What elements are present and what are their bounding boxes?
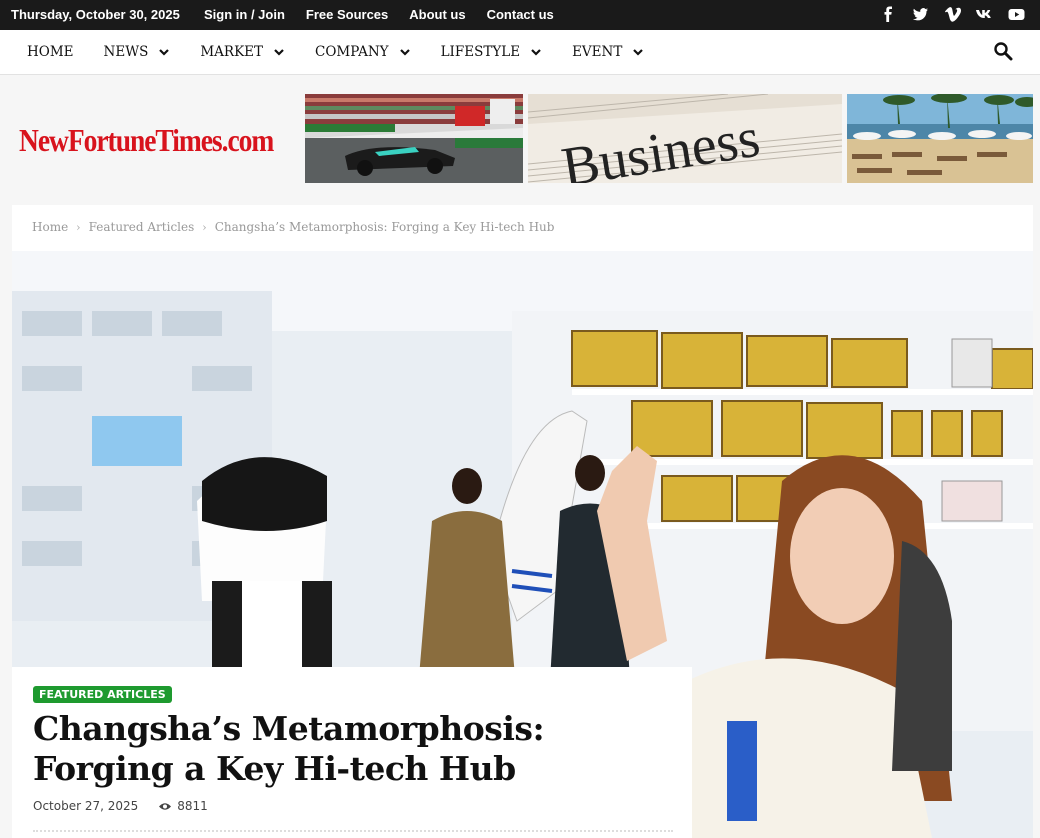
contact-us-link[interactable]: Contact us (487, 7, 554, 22)
nav-item-home[interactable]: HOME (27, 44, 74, 60)
top-bar: Thursday, October 30, 2025 Sign in / Joi… (0, 0, 1040, 30)
site-logo[interactable]: NewFortuneTimes.com (19, 122, 274, 159)
chevron-down-icon (633, 49, 644, 56)
chevron-right-icon: › (202, 220, 207, 234)
social-links (879, 5, 1026, 24)
search-icon[interactable] (993, 41, 1013, 61)
vimeo-icon[interactable] (943, 5, 962, 24)
breadcrumb: Home › Featured Articles › Changsha’s Me… (32, 220, 554, 234)
main-navigation: HOME NEWS MARKET COMPANY LIFESTYLE EVENT (0, 30, 1040, 75)
divider (33, 830, 673, 832)
chevron-down-icon (274, 49, 284, 56)
breadcrumb-featured-articles[interactable]: Featured Articles (89, 220, 195, 234)
article-meta: October 27, 2025 8811 (33, 799, 208, 813)
nav-lifestyle-label: LIFESTYLE (440, 44, 521, 60)
business-newspaper-banner[interactable]: Business (528, 94, 842, 183)
breadcrumb-current: Changsha’s Metamorphosis: Forging a Key … (214, 220, 555, 234)
beach-resort-banner[interactable] (847, 94, 1033, 183)
chevron-down-icon (159, 49, 170, 56)
nav-item-lifestyle[interactable]: LIFESTYLE (441, 44, 543, 60)
chevron-down-icon (399, 49, 410, 56)
nav-item-news[interactable]: NEWS (104, 44, 171, 60)
breadcrumb-home[interactable]: Home (32, 220, 68, 234)
article-date: October 27, 2025 (33, 799, 139, 813)
youtube-icon[interactable] (1007, 5, 1026, 24)
nav-news-label: NEWS (103, 44, 149, 60)
race-car-banner[interactable] (305, 94, 523, 183)
chevron-right-icon: › (76, 220, 81, 234)
twitter-icon[interactable] (911, 5, 930, 24)
view-count: 8811 (158, 799, 208, 813)
category-badge[interactable]: FEATURED ARTICLES (33, 686, 172, 703)
nav-company-label: COMPANY (315, 44, 389, 60)
nav-market-label: MARKET (200, 44, 264, 60)
current-date: Thursday, October 30, 2025 (11, 7, 180, 22)
facebook-icon[interactable] (879, 5, 898, 24)
free-sources-link[interactable]: Free Sources (306, 7, 388, 22)
top-links: Sign in / Join Free Sources About us Con… (204, 7, 554, 22)
eye-icon (159, 802, 172, 810)
vk-icon[interactable] (975, 5, 994, 24)
nav-item-company[interactable]: COMPANY (315, 44, 411, 60)
nav-item-market[interactable]: MARKET (200, 44, 285, 60)
sign-in-link[interactable]: Sign in / Join (204, 7, 285, 22)
about-us-link[interactable]: About us (409, 7, 465, 22)
article-title: Changsha’s Metamorphosis: Forging a Key … (33, 709, 545, 788)
nav-event-label: EVENT (572, 44, 623, 60)
chevron-down-icon (531, 49, 541, 56)
nav-item-event[interactable]: EVENT (572, 44, 644, 60)
view-count-value: 8811 (177, 799, 208, 813)
nav-home-label: HOME (27, 44, 74, 60)
